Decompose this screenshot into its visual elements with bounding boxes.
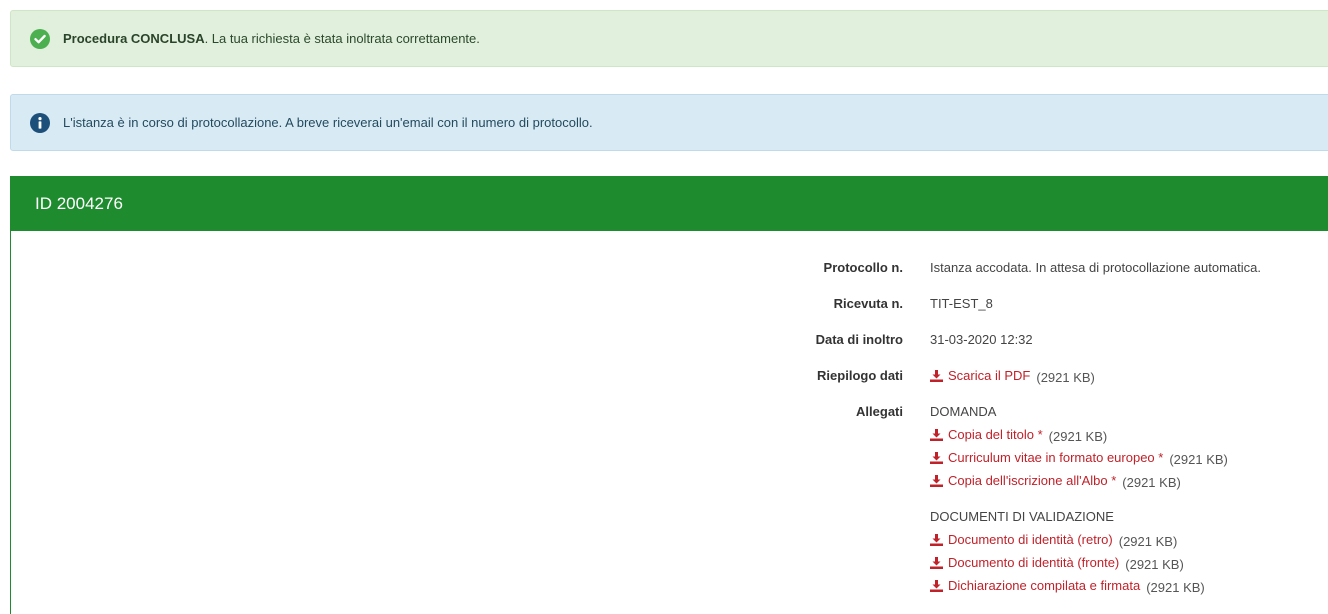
file-size: (2921 KB) xyxy=(1169,451,1228,467)
attachment-row: Documento di identità (fronte) (2921 KB) xyxy=(11,555,1328,575)
attachment-name: Copia dell'iscrizione all'Albo * xyxy=(948,473,1117,488)
protocollo-value: Istanza accodata. In attesa di protocoll… xyxy=(930,260,1261,275)
download-icon xyxy=(930,556,943,569)
riepilogo-label: Riepilogo dati xyxy=(817,368,903,383)
download-pdf-label: Scarica il PDF xyxy=(948,368,1031,383)
attachment-row: Documento di identità (retro) (2921 KB) xyxy=(11,532,1328,552)
attachment-name: Curriculum vitae in formato europeo * xyxy=(948,450,1164,465)
attachment-link-iscrizione-albo[interactable]: Copia dell'iscrizione all'Albo * xyxy=(930,473,1116,488)
attachment-link-curriculum[interactable]: Curriculum vitae in formato europeo * xyxy=(930,450,1163,465)
download-pdf-link[interactable]: Scarica il PDF xyxy=(930,368,1030,383)
file-size: (2921 KB) xyxy=(1048,428,1108,444)
download-icon xyxy=(930,369,943,382)
group-title-validazione: DOCUMENTI DI VALIDAZIONE xyxy=(930,509,1114,524)
success-text: . La tua richiesta è stata inoltrata cor… xyxy=(204,31,480,46)
attachment-link-identita-fronte[interactable]: Documento di identità (fronte) xyxy=(930,555,1119,570)
file-size: (2921 KB) xyxy=(1122,474,1181,490)
data-inoltro-value: 31-03-2020 12:32 xyxy=(930,332,1033,347)
request-panel: ID 2004276 Protocollo n. Istanza accodat… xyxy=(10,176,1328,614)
attachment-name: Dichiarazione compilata e firmata xyxy=(948,578,1141,593)
attachment-row: Curriculum vitae in formato europeo * (2… xyxy=(11,450,1328,470)
download-icon xyxy=(930,428,943,441)
success-message: Procedura CONCLUSA. La tua richiesta è s… xyxy=(63,31,480,46)
file-size: (2921 KB) xyxy=(1125,556,1184,572)
info-message: L'istanza è in corso di protocollazione.… xyxy=(63,115,593,130)
attachment-link-dichiarazione[interactable]: Dichiarazione compilata e firmata xyxy=(930,578,1140,593)
check-circle-icon xyxy=(30,28,50,49)
attachment-link-copia-titolo[interactable]: Copia del titolo * xyxy=(930,427,1043,442)
ricevuta-value: TIT-EST_8 xyxy=(930,296,993,311)
riepilogo-row: Riepilogo dati Scarica il PDF (2921 KB) xyxy=(11,368,1328,388)
download-icon xyxy=(930,533,943,546)
file-size: (2921 KB) xyxy=(1036,369,1095,385)
download-icon xyxy=(930,579,943,592)
data-inoltro-row: Data di inoltro 31-03-2020 12:32 xyxy=(11,332,1328,352)
info-circle-icon xyxy=(30,112,50,133)
validation-group-row: DOCUMENTI DI VALIDAZIONE xyxy=(11,509,1328,529)
success-alert: Procedura CONCLUSA. La tua richiesta è s… xyxy=(10,10,1328,67)
allegati-label: Allegati xyxy=(856,404,903,419)
ricevuta-row: Ricevuta n. TIT-EST_8 xyxy=(11,296,1328,316)
data-inoltro-label: Data di inoltro xyxy=(815,332,903,347)
download-icon xyxy=(930,474,943,487)
allegati-row: Allegati DOMANDA xyxy=(11,404,1328,424)
attachment-link-identita-retro[interactable]: Documento di identità (retro) xyxy=(930,532,1113,547)
attachment-name: Documento di identità (retro) xyxy=(948,532,1113,547)
file-size: (2921 KB) xyxy=(1146,579,1205,595)
info-alert: L'istanza è in corso di protocollazione.… xyxy=(10,94,1328,151)
riepilogo-value: Scarica il PDF (2921 KB) xyxy=(930,368,1095,385)
group-title-domanda: DOMANDA xyxy=(930,404,997,419)
attachment-row: Copia del titolo * (2921 KB) xyxy=(11,427,1328,447)
attachment-name: Copia del titolo * xyxy=(948,427,1043,442)
ricevuta-label: Ricevuta n. xyxy=(833,296,903,311)
attachment-row: Dichiarazione compilata e firmata (2921 … xyxy=(11,578,1328,598)
protocollo-row: Protocollo n. Istanza accodata. In attes… xyxy=(11,260,1328,280)
panel-heading: ID 2004276 xyxy=(11,176,1328,231)
file-size: (2921 KB) xyxy=(1118,533,1178,549)
attachment-name: Documento di identità (fronte) xyxy=(948,555,1120,570)
success-status: Procedura CONCLUSA xyxy=(63,31,205,46)
download-icon xyxy=(930,451,943,464)
protocollo-label: Protocollo n. xyxy=(823,260,903,275)
attachment-row: Copia dell'iscrizione all'Albo * (2921 K… xyxy=(11,473,1328,493)
